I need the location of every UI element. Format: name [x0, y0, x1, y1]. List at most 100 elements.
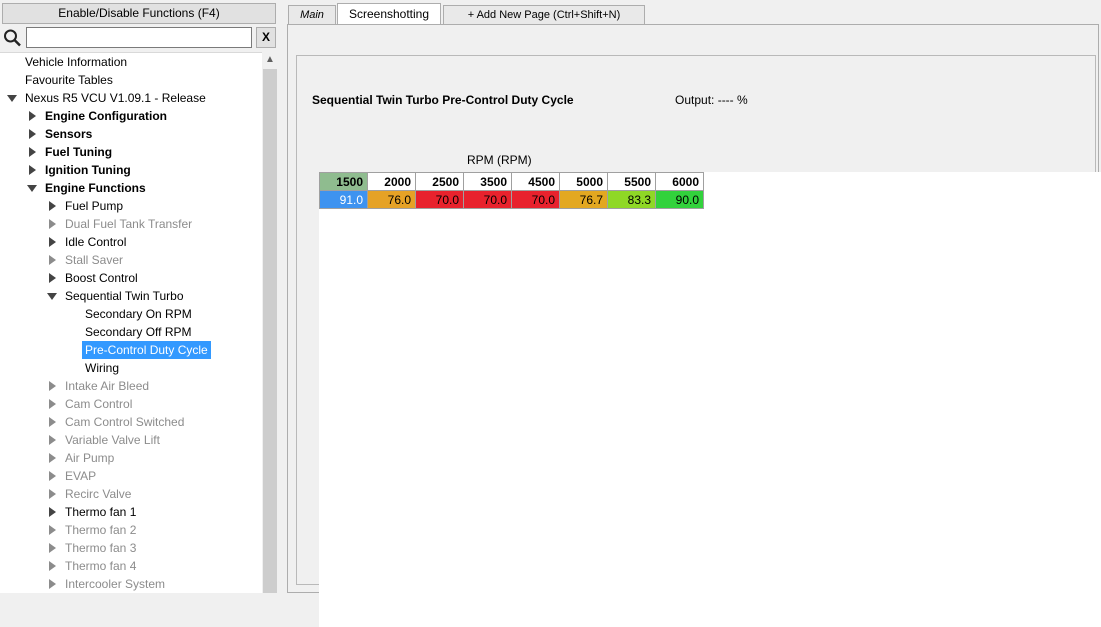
tree-item[interactable]: Thermo fan 1: [0, 503, 262, 521]
collapsed-arrow-icon[interactable]: [46, 413, 58, 431]
collapsed-arrow-icon[interactable]: [46, 503, 58, 521]
tree-item[interactable]: Thermo fan 3: [0, 539, 262, 557]
expanded-arrow-icon[interactable]: [6, 89, 18, 107]
tree-item-label: Stall Saver: [65, 253, 124, 267]
table-grid-area[interactable]: 1500 2000 2500 3500 4500 5000 5500 6000 91.0 76.…: [319, 172, 1101, 627]
tree-item-label: Cam Control: [65, 397, 133, 411]
rpm-header-cell[interactable]: 5000: [559, 172, 608, 191]
collapsed-arrow-icon[interactable]: [46, 233, 58, 251]
rpm-header-cell[interactable]: 2000: [367, 172, 416, 191]
tree-item[interactable]: Sequential Twin Turbo: [0, 287, 262, 305]
tab-screenshotting[interactable]: Screenshotting: [337, 3, 441, 25]
tree-item[interactable]: Thermo fan 2: [0, 521, 262, 539]
tree-item[interactable]: Air Pump: [0, 449, 262, 467]
tree-item[interactable]: Favourite Tables: [0, 71, 262, 89]
left-panel: Enable/Disable Functions (F4) X Vehicle …: [0, 0, 280, 593]
tree-item-label: Nexus R5 VCU V1.09.1 - Release: [25, 91, 206, 105]
tree-item[interactable]: Fuel Pump: [0, 197, 262, 215]
rpm-header-cell[interactable]: 3500: [463, 172, 512, 191]
duty-cycle-cell[interactable]: 83.3: [607, 190, 656, 209]
tree-item[interactable]: Intake Air Bleed: [0, 377, 262, 395]
collapsed-arrow-icon[interactable]: [46, 215, 58, 233]
table-panel: Sequential Twin Turbo Pre-Control Duty C…: [296, 55, 1101, 627]
tree-item[interactable]: Variable Valve Lift: [0, 431, 262, 449]
function-tree[interactable]: Vehicle Information Favourite Tables Nexus…: [0, 52, 262, 593]
tree-item-label: Recirc Valve: [65, 487, 132, 501]
tree-item[interactable]: Stall Saver: [0, 251, 262, 269]
tree-item[interactable]: Secondary Off RPM: [0, 323, 262, 341]
tree-scrollbar[interactable]: ▲: [262, 52, 278, 593]
rpm-header-cell[interactable]: 1500: [319, 172, 368, 191]
axis-label: RPM (RPM): [467, 153, 532, 167]
tree-item[interactable]: Ignition Tuning: [0, 161, 262, 179]
tree-item[interactable]: Engine Functions: [0, 179, 262, 197]
tree-item[interactable]: Secondary On RPM: [0, 305, 262, 323]
tree-item[interactable]: Idle Control: [0, 233, 262, 251]
expanded-arrow-icon[interactable]: [46, 287, 58, 305]
tree-item[interactable]: Engine Configuration: [0, 107, 262, 125]
collapsed-arrow-icon[interactable]: [46, 269, 58, 287]
tree-item[interactable]: Intercooler System: [0, 575, 262, 593]
duty-cycle-cell[interactable]: 70.0: [463, 190, 512, 209]
tree-item[interactable]: Cam Control: [0, 395, 262, 413]
duty-cycle-cell[interactable]: 91.0: [319, 190, 368, 209]
tree-item[interactable]: Dual Fuel Tank Transfer: [0, 215, 262, 233]
tree-item[interactable]: Vehicle Information: [0, 53, 262, 71]
tree-item[interactable]: Nexus R5 VCU V1.09.1 - Release: [0, 89, 262, 107]
collapsed-arrow-icon[interactable]: [26, 125, 38, 143]
tree-item-label: Dual Fuel Tank Transfer: [65, 217, 193, 231]
tree-item-label: Fuel Pump: [65, 199, 124, 213]
tree-item-label: Thermo fan 2: [65, 523, 137, 537]
tree-item[interactable]: Thermo fan 4: [0, 557, 262, 575]
clear-search-button[interactable]: X: [256, 27, 276, 48]
rpm-header-cell[interactable]: 6000: [655, 172, 704, 191]
collapsed-arrow-icon[interactable]: [46, 539, 58, 557]
collapsed-arrow-icon[interactable]: [46, 521, 58, 539]
duty-cycle-cell[interactable]: 70.0: [415, 190, 464, 209]
add-new-page-tab[interactable]: + Add New Page (Ctrl+Shift+N): [443, 5, 645, 24]
scroll-up-icon[interactable]: ▲: [262, 52, 278, 68]
collapsed-arrow-icon[interactable]: [46, 431, 58, 449]
tree-item[interactable]: Fuel Tuning: [0, 143, 262, 161]
page-area: Sequential Twin Turbo Pre-Control Duty C…: [287, 24, 1101, 627]
collapsed-arrow-icon[interactable]: [46, 467, 58, 485]
rpm-header-cell[interactable]: 4500: [511, 172, 560, 191]
collapsed-arrow-icon[interactable]: [46, 557, 58, 575]
search-input[interactable]: [26, 27, 252, 48]
duty-cycle-cell[interactable]: 76.7: [559, 190, 608, 209]
collapsed-arrow-icon[interactable]: [26, 161, 38, 179]
tree-item[interactable]: Wiring: [0, 359, 262, 377]
tree-item[interactable]: Pre-Control Duty Cycle: [0, 341, 262, 359]
tree-item[interactable]: Boost Control: [0, 269, 262, 287]
collapsed-arrow-icon[interactable]: [46, 449, 58, 467]
collapsed-arrow-icon[interactable]: [46, 377, 58, 395]
scroll-thumb[interactable]: [263, 69, 277, 593]
enable-disable-functions-button[interactable]: Enable/Disable Functions (F4): [2, 3, 276, 24]
tab-main[interactable]: Main: [288, 5, 336, 24]
tree-item[interactable]: Sensors: [0, 125, 262, 143]
collapsed-arrow-icon[interactable]: [46, 197, 58, 215]
duty-cycle-cell[interactable]: 90.0: [655, 190, 704, 209]
collapsed-arrow-icon[interactable]: [46, 395, 58, 413]
rpm-header-cell[interactable]: 5500: [607, 172, 656, 191]
collapsed-arrow-icon[interactable]: [26, 143, 38, 161]
collapsed-arrow-icon[interactable]: [46, 575, 58, 593]
collapsed-arrow-icon[interactable]: [46, 485, 58, 503]
tree-item[interactable]: Recirc Valve: [0, 485, 262, 503]
duty-cycle-table[interactable]: 1500 2000 2500 3500 4500 5000 5500 6000 91.0 76.…: [319, 172, 704, 209]
rpm-header-row: 1500 2000 2500 3500 4500 5000 5500 6000: [319, 172, 704, 191]
expanded-arrow-icon[interactable]: [26, 179, 38, 197]
collapsed-arrow-icon[interactable]: [26, 107, 38, 125]
tree-item-label: Engine Functions: [45, 181, 146, 195]
duty-cycle-cell[interactable]: 76.0: [367, 190, 416, 209]
duty-cycle-cell[interactable]: 70.0: [511, 190, 560, 209]
rpm-header-cell[interactable]: 2500: [415, 172, 464, 191]
tree-item-label: Thermo fan 4: [65, 559, 137, 573]
tree-item[interactable]: Cam Control Switched: [0, 413, 262, 431]
tree-item-label: Secondary On RPM: [85, 307, 192, 321]
collapsed-arrow-icon[interactable]: [46, 251, 58, 269]
tree-item[interactable]: EVAP: [0, 467, 262, 485]
tree-item-label: Wiring: [85, 361, 120, 375]
tree-item-label: Air Pump: [65, 451, 115, 465]
search-icon[interactable]: [2, 28, 24, 48]
